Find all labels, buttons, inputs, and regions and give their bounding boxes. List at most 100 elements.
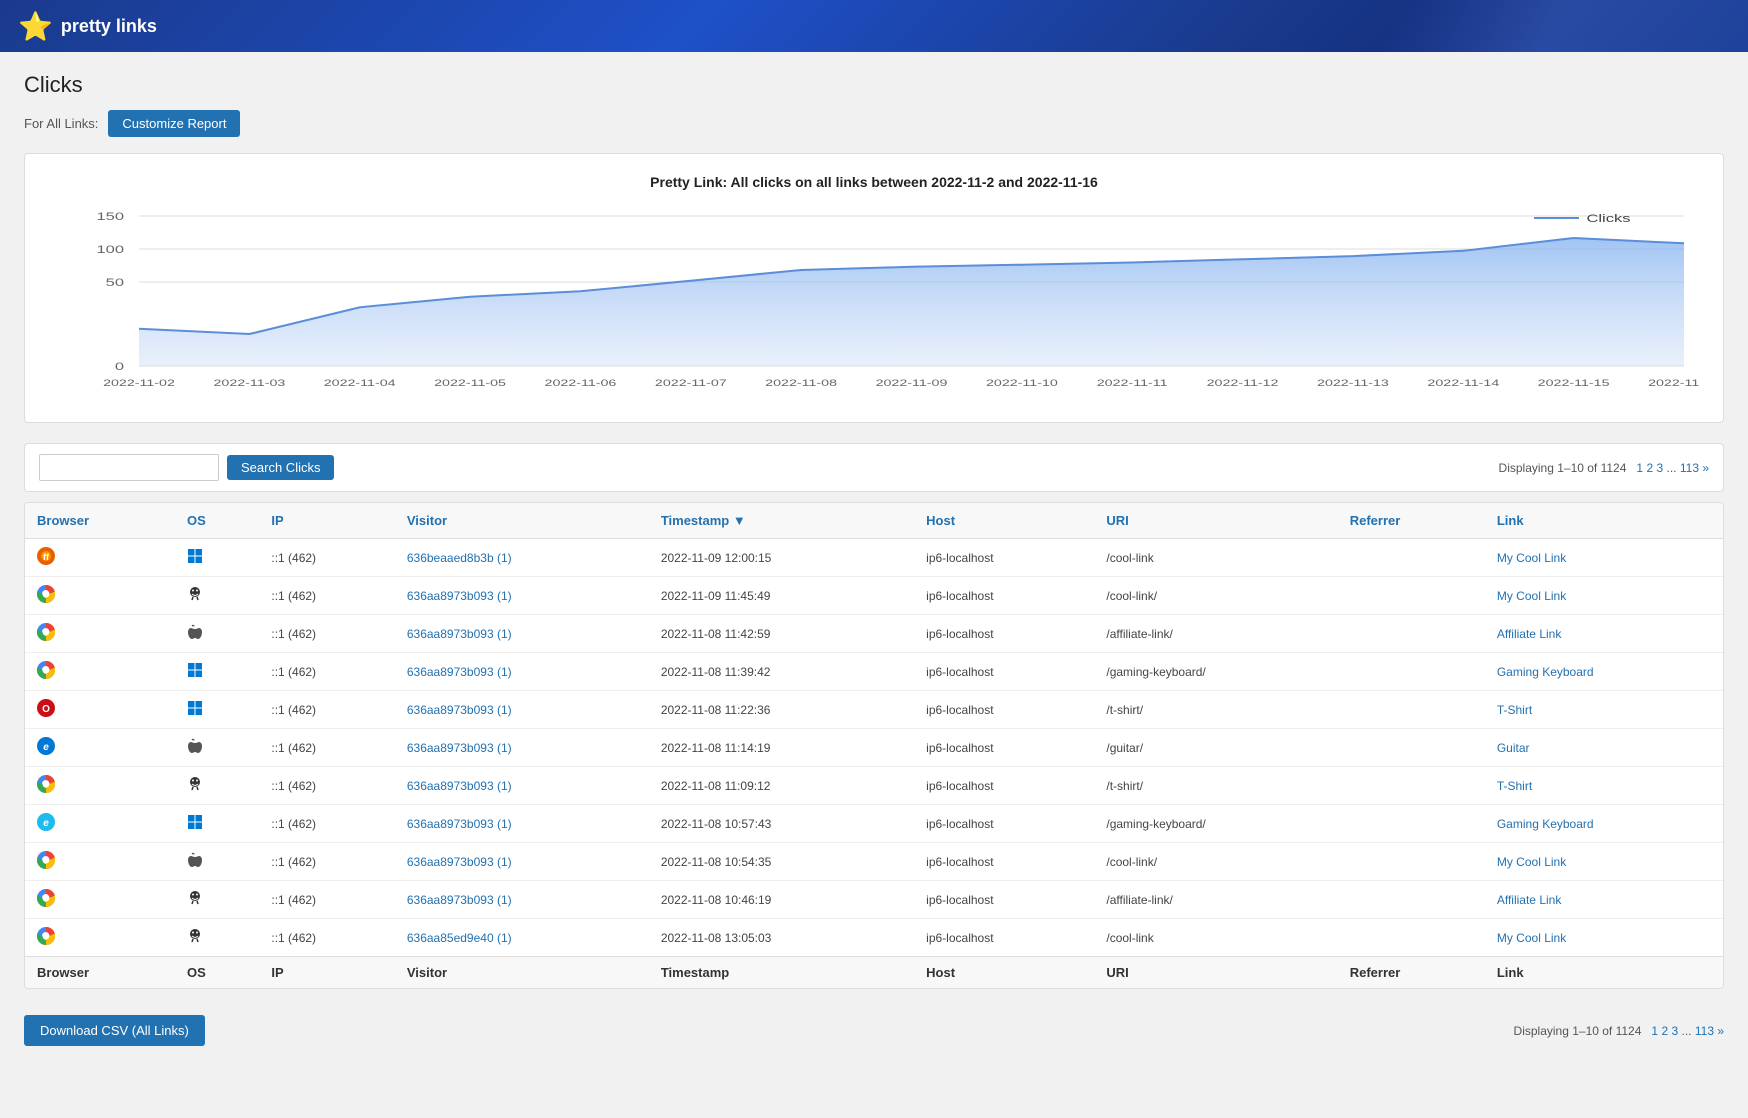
download-csv-button[interactable]: Download CSV (All Links) bbox=[24, 1015, 205, 1046]
cell-ip-5: ::1 (462) bbox=[259, 729, 395, 767]
logo[interactable]: ⭐ pretty links bbox=[18, 10, 157, 43]
cell-visitor-5[interactable]: 636aa8973b093 (1) bbox=[395, 729, 649, 767]
page-link-3-top[interactable]: 3 bbox=[1656, 461, 1663, 475]
cell-host-1: ip6-localhost bbox=[914, 577, 1094, 615]
customize-report-button[interactable]: Customize Report bbox=[108, 110, 240, 137]
cell-browser-3 bbox=[25, 653, 175, 691]
table-body: ff ::1 (462) 636beaaed8b3b (1) 2022-11-0… bbox=[25, 539, 1723, 957]
bottom-bar: Download CSV (All Links) Displaying 1–10… bbox=[24, 1005, 1724, 1056]
th-os[interactable]: OS bbox=[175, 503, 259, 539]
cell-link-7[interactable]: Gaming Keyboard bbox=[1485, 805, 1723, 843]
cell-uri-9: /affiliate-link/ bbox=[1094, 881, 1337, 919]
page-link-113-top[interactable]: 113 » bbox=[1680, 461, 1709, 475]
cell-visitor-8[interactable]: 636aa8973b093 (1) bbox=[395, 843, 649, 881]
cell-visitor-2[interactable]: 636aa8973b093 (1) bbox=[395, 615, 649, 653]
tf-host: Host bbox=[914, 957, 1094, 989]
cell-link-2[interactable]: Affiliate Link bbox=[1485, 615, 1723, 653]
cell-uri-0: /cool-link bbox=[1094, 539, 1337, 577]
th-referrer[interactable]: Referrer bbox=[1338, 503, 1485, 539]
tf-referrer: Referrer bbox=[1338, 957, 1485, 989]
cell-link-1[interactable]: My Cool Link bbox=[1485, 577, 1723, 615]
svg-text:e: e bbox=[43, 742, 49, 753]
cell-visitor-0[interactable]: 636beaaed8b3b (1) bbox=[395, 539, 649, 577]
cell-referrer-9 bbox=[1338, 881, 1485, 919]
page-link-1-bottom[interactable]: 1 bbox=[1651, 1024, 1658, 1038]
chart-area bbox=[139, 238, 1684, 366]
th-visitor[interactable]: Visitor bbox=[395, 503, 649, 539]
table-row: ::1 (462) 636aa8973b093 (1) 2022-11-08 1… bbox=[25, 615, 1723, 653]
cell-ip-8: ::1 (462) bbox=[259, 843, 395, 881]
chart-title: Pretty Link: All clicks on all links bet… bbox=[49, 174, 1699, 190]
cell-link-4[interactable]: T-Shirt bbox=[1485, 691, 1723, 729]
cell-browser-10 bbox=[25, 919, 175, 957]
displaying-text-top: Displaying 1–10 of 1124 bbox=[1499, 461, 1627, 475]
cell-ip-0: ::1 (462) bbox=[259, 539, 395, 577]
table-row: e ::1 (462) 636aa8973b093 (1) 2022-11-08… bbox=[25, 729, 1723, 767]
cell-host-0: ip6-localhost bbox=[914, 539, 1094, 577]
cell-os-0 bbox=[175, 539, 259, 577]
cell-visitor-10[interactable]: 636aa85ed9e40 (1) bbox=[395, 919, 649, 957]
svg-text:150: 150 bbox=[96, 210, 124, 223]
th-host[interactable]: Host bbox=[914, 503, 1094, 539]
cell-timestamp-5: 2022-11-08 11:14:19 bbox=[649, 729, 914, 767]
table-row: ::1 (462) 636aa85ed9e40 (1) 2022-11-08 1… bbox=[25, 919, 1723, 957]
cell-uri-1: /cool-link/ bbox=[1094, 577, 1337, 615]
cell-link-3[interactable]: Gaming Keyboard bbox=[1485, 653, 1723, 691]
cell-ip-6: ::1 (462) bbox=[259, 767, 395, 805]
cell-visitor-7[interactable]: 636aa8973b093 (1) bbox=[395, 805, 649, 843]
table-row: O ::1 (462) 636aa8973b093 (1) 2022-11-08… bbox=[25, 691, 1723, 729]
page-ellipsis-top: ... bbox=[1667, 461, 1680, 475]
cell-os-4 bbox=[175, 691, 259, 729]
page-link-113-bottom[interactable]: 113 » bbox=[1695, 1024, 1724, 1038]
clicks-table: Browser OS IP Visitor Timestamp ▼ Host U… bbox=[25, 503, 1723, 988]
cell-uri-5: /guitar/ bbox=[1094, 729, 1337, 767]
cell-host-6: ip6-localhost bbox=[914, 767, 1094, 805]
cell-link-0[interactable]: My Cool Link bbox=[1485, 539, 1723, 577]
cell-link-9[interactable]: Affiliate Link bbox=[1485, 881, 1723, 919]
page-link-2-top[interactable]: 2 bbox=[1646, 461, 1653, 475]
th-uri[interactable]: URI bbox=[1094, 503, 1337, 539]
cell-timestamp-0: 2022-11-09 12:00:15 bbox=[649, 539, 914, 577]
cell-host-4: ip6-localhost bbox=[914, 691, 1094, 729]
svg-text:100: 100 bbox=[96, 243, 124, 256]
cell-os-5 bbox=[175, 729, 259, 767]
cell-link-8[interactable]: My Cool Link bbox=[1485, 843, 1723, 881]
cell-referrer-10 bbox=[1338, 919, 1485, 957]
table-row: ::1 (462) 636aa8973b093 (1) 2022-11-08 1… bbox=[25, 767, 1723, 805]
cell-visitor-9[interactable]: 636aa8973b093 (1) bbox=[395, 881, 649, 919]
cell-visitor-6[interactable]: 636aa8973b093 (1) bbox=[395, 767, 649, 805]
cell-visitor-4[interactable]: 636aa8973b093 (1) bbox=[395, 691, 649, 729]
cell-visitor-1[interactable]: 636aa8973b093 (1) bbox=[395, 577, 649, 615]
search-input[interactable] bbox=[39, 454, 219, 481]
th-browser[interactable]: Browser bbox=[25, 503, 175, 539]
cell-os-10 bbox=[175, 919, 259, 957]
tf-visitor: Visitor bbox=[395, 957, 649, 989]
cell-timestamp-9: 2022-11-08 10:46:19 bbox=[649, 881, 914, 919]
search-clicks-button[interactable]: Search Clicks bbox=[227, 455, 334, 480]
svg-text:Clicks: Clicks bbox=[1587, 212, 1631, 225]
cell-host-2: ip6-localhost bbox=[914, 615, 1094, 653]
table-container: Browser OS IP Visitor Timestamp ▼ Host U… bbox=[24, 502, 1724, 989]
cell-timestamp-8: 2022-11-08 10:54:35 bbox=[649, 843, 914, 881]
page-link-3-bottom[interactable]: 3 bbox=[1671, 1024, 1678, 1038]
th-link[interactable]: Link bbox=[1485, 503, 1723, 539]
page-link-1-top[interactable]: 1 bbox=[1636, 461, 1643, 475]
cell-visitor-3[interactable]: 636aa8973b093 (1) bbox=[395, 653, 649, 691]
chart-svg: 150 100 50 0 bbox=[49, 206, 1699, 406]
cell-os-6 bbox=[175, 767, 259, 805]
cell-timestamp-1: 2022-11-09 11:45:49 bbox=[649, 577, 914, 615]
tf-ip: IP bbox=[259, 957, 395, 989]
cell-timestamp-7: 2022-11-08 10:57:43 bbox=[649, 805, 914, 843]
th-timestamp[interactable]: Timestamp ▼ bbox=[649, 503, 914, 539]
cell-link-10[interactable]: My Cool Link bbox=[1485, 919, 1723, 957]
svg-text:2022-11-04: 2022-11-04 bbox=[324, 377, 396, 388]
svg-text:2022-11-07: 2022-11-07 bbox=[655, 377, 727, 388]
displaying-text-bottom: Displaying 1–10 of 1124 bbox=[1514, 1024, 1642, 1038]
cell-browser-4: O bbox=[25, 691, 175, 729]
cell-referrer-3 bbox=[1338, 653, 1485, 691]
cell-link-5[interactable]: Guitar bbox=[1485, 729, 1723, 767]
cell-link-6[interactable]: T-Shirt bbox=[1485, 767, 1723, 805]
svg-text:ff: ff bbox=[43, 552, 50, 562]
th-ip[interactable]: IP bbox=[259, 503, 395, 539]
page-link-2-bottom[interactable]: 2 bbox=[1661, 1024, 1668, 1038]
